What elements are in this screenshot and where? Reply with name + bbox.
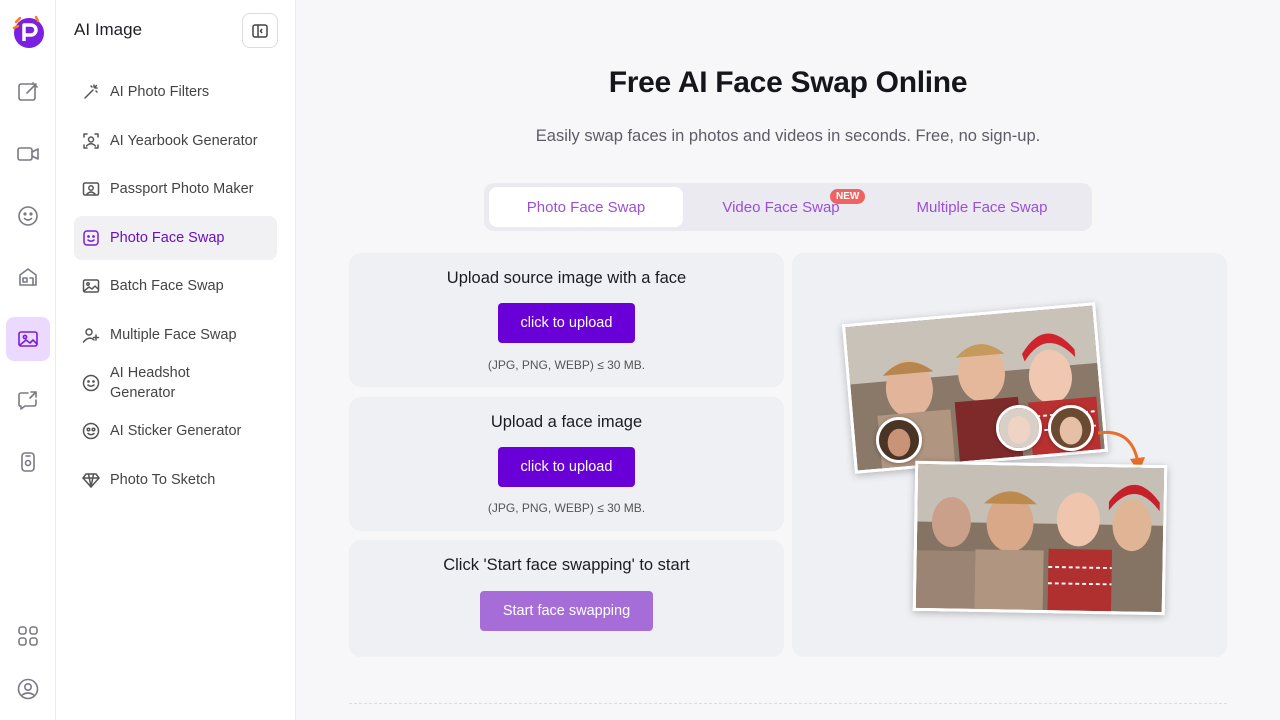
sidebar-item-ai-sticker-generator[interactable]: AI Sticker Generator: [74, 409, 277, 453]
new-badge: NEW: [830, 189, 866, 204]
smile-icon: [82, 374, 100, 392]
sidebar-item-passport-photo-maker[interactable]: Passport Photo Maker: [74, 167, 277, 211]
sticker-face-icon: [82, 422, 100, 440]
sidebar-item-label: AI Headshot Generator: [110, 365, 190, 401]
face-swap-preview: [792, 253, 1227, 657]
face-upload-card: Upload a face image click to upload (JPG…: [349, 397, 784, 531]
magic-wand-icon: [82, 83, 100, 101]
sidebar-item-label: Multiple Face Swap: [110, 327, 237, 343]
start-swap-card: Click 'Start face swapping' to start Sta…: [349, 540, 784, 657]
sidebar: AI Image AI Photo Filters AI Yearbook Ge…: [56, 0, 296, 720]
file-limit-note: (JPG, PNG, WEBP) ≤ 30 MB.: [487, 358, 646, 372]
sidebar-item-label: Photo To Sketch: [110, 472, 216, 488]
id-card-icon: [82, 180, 100, 198]
app-logo-icon[interactable]: [10, 14, 46, 50]
sidebar-item-label: AI Photo Filters: [110, 84, 210, 100]
tab-multiple-face-swap[interactable]: Multiple Face Swap: [882, 187, 1082, 227]
sidebar-item-label: Photo Face Swap: [110, 230, 225, 246]
diamond-icon: [82, 471, 100, 489]
sidebar-item-batch-face-swap[interactable]: Batch Face Swap: [74, 264, 277, 308]
sidebar-item-multiple-face-swap[interactable]: Multiple Face Swap: [74, 313, 277, 357]
card-title: Click 'Start face swapping' to start: [443, 556, 690, 574]
user-add-icon: [82, 326, 100, 344]
face-thumbnail-3: [1048, 405, 1094, 451]
image-icon[interactable]: [6, 317, 50, 361]
sidebar-item-label: AI Yearbook Generator: [110, 133, 258, 149]
sidebar-title: AI Image: [74, 20, 143, 39]
edit-icon[interactable]: [6, 70, 50, 114]
user-account-icon[interactable]: [6, 667, 50, 711]
video-icon[interactable]: [6, 132, 50, 176]
source-upload-card: Upload source image with a face click to…: [349, 253, 784, 387]
sidebar-item-ai-yearbook-generator[interactable]: AI Yearbook Generator: [74, 119, 277, 163]
face-swap-icon: [82, 229, 100, 247]
card-title: Upload source image with a face: [446, 269, 687, 287]
card-title: Upload a face image: [490, 413, 643, 431]
smile-icon[interactable]: [6, 194, 50, 238]
tab-photo-face-swap[interactable]: Photo Face Swap: [489, 187, 683, 227]
mode-tabs: Photo Face Swap Video Face Swap NEW Mult…: [484, 183, 1092, 231]
sidebar-item-ai-photo-filters[interactable]: AI Photo Filters: [74, 70, 277, 114]
start-face-swapping-button[interactable]: Start face swapping: [480, 591, 653, 631]
section-divider: [349, 703, 1227, 704]
sidebar-item-label: AI Sticker Generator: [110, 423, 242, 439]
portrait-frame-icon: [82, 132, 100, 150]
chat-share-icon[interactable]: [6, 378, 50, 422]
icon-rail: [0, 0, 56, 720]
collapse-sidebar-button[interactable]: [242, 13, 278, 48]
file-limit-note: (JPG, PNG, WEBP) ≤ 30 MB.: [487, 501, 646, 515]
image-stack-icon: [82, 277, 100, 295]
sidebar-item-label: Passport Photo Maker: [110, 181, 254, 197]
page-title: Free AI Face Swap Online: [608, 66, 968, 99]
sidebar-item-ai-headshot-generator[interactable]: AI Headshot Generator: [74, 361, 277, 405]
swapped-group-photo: [912, 460, 1168, 616]
sidebar-toggle-icon: [252, 23, 268, 38]
upload-face-button[interactable]: click to upload: [498, 447, 635, 487]
face-thumbnail-1: [876, 417, 922, 463]
phone-icon[interactable]: [6, 440, 50, 484]
upload-source-button[interactable]: click to upload: [498, 303, 635, 343]
store-icon[interactable]: [6, 255, 50, 299]
sidebar-item-photo-face-swap[interactable]: Photo Face Swap: [74, 216, 277, 260]
page-subtitle: Easily swap faces in photos and videos i…: [535, 127, 1041, 145]
sidebar-item-label: Batch Face Swap: [110, 278, 224, 294]
main-content: Free AI Face Swap Online Easily swap fac…: [296, 0, 1280, 720]
face-thumbnail-2: [996, 405, 1042, 451]
apps-grid-icon[interactable]: [6, 614, 50, 658]
sidebar-item-photo-to-sketch[interactable]: Photo To Sketch: [74, 458, 277, 502]
